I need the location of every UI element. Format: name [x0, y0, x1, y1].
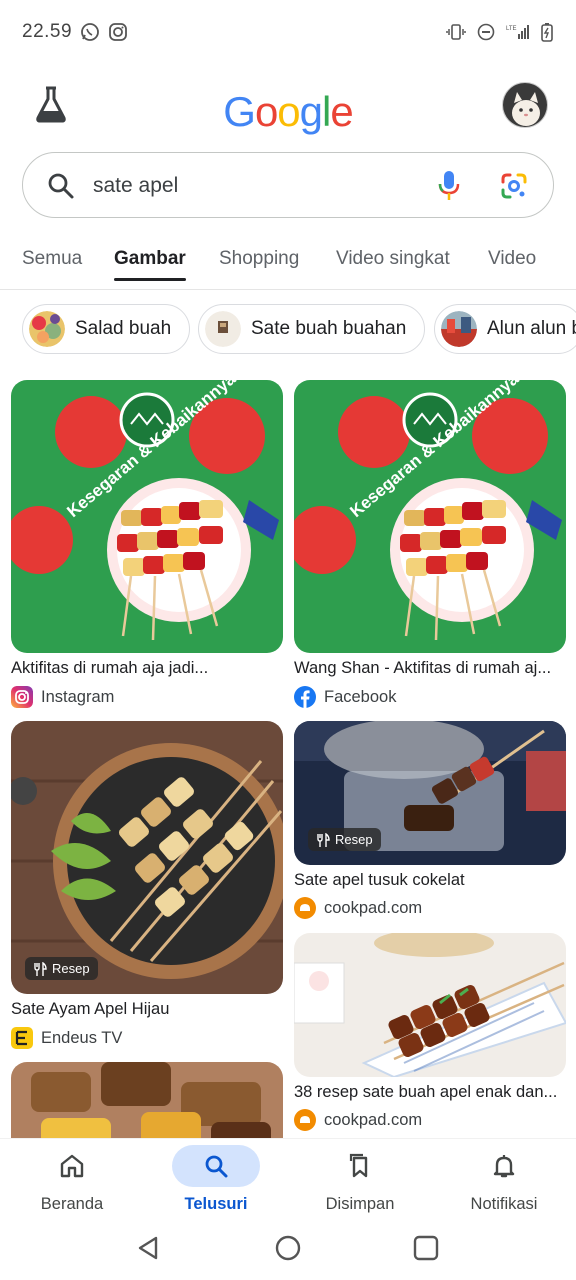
- result-card[interactable]: [11, 1062, 283, 1138]
- nav-label: Disimpan: [325, 1195, 395, 1213]
- tab-shopping[interactable]: Shopping: [219, 248, 299, 270]
- chip-label: Alun alun b: [487, 318, 576, 339]
- tab-video-singkat[interactable]: Video singkat: [336, 248, 450, 270]
- nav-label: Telusuri: [184, 1195, 248, 1213]
- status-bar: 22.59 LTE: [0, 0, 576, 66]
- source-label: cookpad.com: [324, 898, 423, 917]
- lens-icon[interactable]: [499, 171, 529, 201]
- chicken-satay-image: [11, 721, 283, 994]
- nav-telusuri[interactable]: Telusuri: [144, 1139, 288, 1227]
- grilled-skewer-image: [11, 1062, 283, 1138]
- instagram-icon: [109, 23, 127, 41]
- instagram-icon: [11, 686, 33, 708]
- image-results: Kesegaran & Kebaikannya! Aktifitas di ru…: [0, 362, 576, 1138]
- result-card[interactable]: Resep Sate apel tusuk cokelat cookpad.co…: [294, 721, 566, 921]
- result-title[interactable]: Sate Ayam Apel Hijau: [11, 1000, 283, 1019]
- badge-label: Resep: [335, 832, 373, 847]
- result-card[interactable]: Kesegaran & Kebaikannya! Wang Shan - Akt…: [294, 380, 566, 710]
- tab-semua[interactable]: Semua: [22, 248, 82, 270]
- facebook-icon: [294, 686, 316, 708]
- utensils-icon: [317, 832, 330, 847]
- source-label: Instagram: [41, 687, 115, 706]
- filter-tabs: Semua Gambar Shopping Video singkat Vide…: [0, 236, 576, 290]
- status-time: 22.59: [22, 21, 73, 42]
- result-card[interactable]: 38 resep sate buah apel enak dan... cook…: [294, 933, 566, 1133]
- status-right-icons: LTE: [446, 22, 554, 42]
- result-source[interactable]: Instagram: [11, 686, 114, 708]
- chip-label: Salad buah: [75, 318, 172, 339]
- chip-salad-buah[interactable]: Salad buah: [22, 304, 191, 354]
- result-image[interactable]: Kesegaran & Kebaikannya!: [11, 380, 283, 653]
- result-image[interactable]: [294, 933, 566, 1077]
- chip-label: Sate buah buahan: [251, 318, 407, 339]
- result-card[interactable]: Resep Sate Ayam Apel Hijau Endeus TV: [11, 721, 283, 1051]
- avatar-cat-icon: [503, 83, 547, 127]
- dnd-icon: [477, 23, 495, 41]
- source-label: cookpad.com: [324, 1110, 423, 1129]
- cookpad-icon: [294, 1109, 316, 1131]
- result-source[interactable]: Endeus TV: [11, 1027, 122, 1049]
- nav-label: Beranda: [40, 1195, 104, 1213]
- cookpad-icon: [294, 897, 316, 919]
- result-title[interactable]: Sate apel tusuk cokelat: [294, 871, 566, 890]
- google-logo: Google: [223, 88, 353, 135]
- endeus-icon: [11, 1027, 33, 1049]
- result-source[interactable]: cookpad.com: [294, 1109, 422, 1131]
- lte-signal-icon: LTE: [506, 25, 529, 39]
- result-image[interactable]: Kesegaran & Kebaikannya!: [294, 380, 566, 653]
- tab-gambar[interactable]: Gambar: [114, 248, 186, 270]
- battery-icon: [541, 23, 553, 42]
- search-input[interactable]: sate apel: [93, 174, 178, 198]
- back-icon[interactable]: [134, 1234, 162, 1262]
- result-image[interactable]: Resep: [294, 721, 566, 865]
- app-header: Google: [0, 66, 576, 150]
- mic-icon[interactable]: [437, 169, 461, 203]
- bell-icon: [493, 1155, 515, 1178]
- fruit-skewer-image: Kesegaran & Kebaikannya!: [294, 380, 566, 653]
- nav-notifikasi[interactable]: Notifikasi: [432, 1139, 576, 1227]
- source-label: Facebook: [324, 687, 397, 706]
- fruit-skewer-image: Kesegaran & Kebaikannya!: [11, 380, 283, 653]
- tab-video[interactable]: Video: [488, 248, 536, 270]
- status-left-icons: [80, 22, 128, 42]
- chip-thumbnail: [205, 311, 241, 347]
- chip-thumbnail: [29, 311, 65, 347]
- nav-disimpan[interactable]: Disimpan: [288, 1139, 432, 1227]
- bottom-navigation: Beranda Telusuri Disimpan Notifikasi: [0, 1138, 576, 1226]
- whatsapp-icon: [81, 23, 99, 41]
- result-card[interactable]: Kesegaran & Kebaikannya! Aktifitas di ru…: [11, 380, 283, 710]
- recipe-badge: Resep: [308, 828, 381, 851]
- recipe-badge: Resep: [25, 957, 98, 980]
- result-title[interactable]: 38 resep sate buah apel enak dan...: [294, 1083, 566, 1102]
- bookmark-icon: [349, 1153, 368, 1178]
- home-icon: [60, 1154, 84, 1178]
- source-label: Endeus TV: [41, 1028, 123, 1047]
- avatar[interactable]: [502, 82, 548, 128]
- result-source[interactable]: Facebook: [294, 686, 396, 708]
- nav-beranda[interactable]: Beranda: [0, 1139, 144, 1227]
- vibrate-icon: [446, 24, 466, 40]
- recents-icon[interactable]: [412, 1234, 440, 1262]
- related-chips: Salad buah Sate buah buahan Alun alun b: [0, 302, 576, 358]
- system-navigation: [0, 1226, 576, 1280]
- nav-label: Notifikasi: [470, 1195, 538, 1213]
- badge-label: Resep: [52, 961, 90, 976]
- search-icon: [48, 173, 74, 199]
- chip-sate-buah-buahan[interactable]: Sate buah buahan: [198, 304, 426, 354]
- result-title[interactable]: Aktifitas di rumah aja jadi...: [11, 659, 283, 678]
- chip-thumbnail: [441, 311, 477, 347]
- search-icon: [205, 1155, 228, 1178]
- result-title[interactable]: Wang Shan - Aktifitas di rumah aj...: [294, 659, 566, 678]
- utensils-icon: [34, 961, 47, 976]
- chip-alun-alun[interactable]: Alun alun b: [434, 304, 576, 354]
- grilled-satay-plate-image: [294, 933, 566, 1077]
- home-button-icon[interactable]: [274, 1234, 302, 1262]
- svg-text:LTE: LTE: [506, 26, 517, 32]
- search-bar[interactable]: sate apel: [22, 152, 554, 218]
- result-source[interactable]: cookpad.com: [294, 897, 422, 919]
- result-image[interactable]: Resep: [11, 721, 283, 994]
- result-image[interactable]: [11, 1062, 283, 1138]
- active-tab-indicator: [114, 278, 186, 281]
